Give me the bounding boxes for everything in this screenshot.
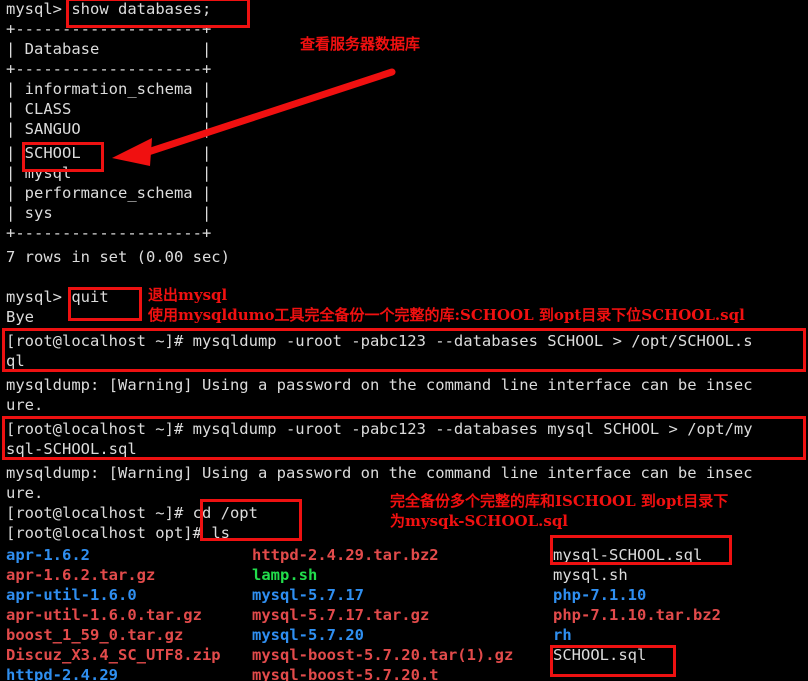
terminal-line-ls: [root@localhost opt]# ls bbox=[6, 523, 230, 543]
ls-entry: rh bbox=[553, 626, 572, 644]
table-header-database: | Database | bbox=[6, 40, 212, 58]
table-border-bottom: +--------------------+ bbox=[6, 224, 212, 242]
ls-entry: lamp.sh bbox=[252, 566, 318, 584]
terminal-line-mysqldump-multi: [root@localhost ~]# mysqldump -uroot -pa… bbox=[6, 419, 753, 439]
terminal-line-show-databases: mysql> show databases; bbox=[6, 0, 211, 19]
db-row-school-pad: | bbox=[80, 144, 212, 162]
ls-entry: php-7.1.10.tar.bz2 bbox=[553, 606, 721, 624]
annotation-quit-mysql: 退出mysql bbox=[148, 286, 228, 304]
ls-entry: mysql-boost-5.7.20.t bbox=[252, 666, 439, 681]
table-border-top: +--------------------+ bbox=[6, 20, 212, 38]
terminal-screen: mysql> show databases; +----------------… bbox=[0, 0, 808, 681]
command-cd-opt[interactable]: cd /opt bbox=[193, 504, 258, 522]
ls-column-3: mysql-SCHOOL.sql mysql.sh php-7.1.10 php-7.… bbox=[553, 545, 721, 665]
annotation-backup-multi-line1: 完全备份多个完整的库和ISCHOOL 到opt目录下 bbox=[390, 492, 729, 510]
ls-entry: mysql.sh bbox=[553, 566, 628, 584]
terminal-line-cd-opt: [root@localhost ~]# cd /opt bbox=[6, 503, 258, 523]
mysql-prompt: mysql> bbox=[6, 0, 72, 18]
terminal-line-mysqldump-school: [root@localhost ~]# mysqldump -uroot -pa… bbox=[6, 331, 753, 351]
warning-password-2-wrap: ure. bbox=[6, 484, 44, 502]
terminal-line-quit: mysql> quit bbox=[6, 287, 109, 307]
command-quit[interactable]: quit bbox=[71, 288, 108, 306]
db-row-performance-schema: | performance_schema | bbox=[6, 184, 212, 202]
db-row-mysql: | mysql | bbox=[6, 164, 212, 182]
ls-entry: apr-util-1.6.0.tar.gz bbox=[6, 606, 202, 624]
command-mysqldump-school[interactable]: mysqldump -uroot -pabc123 --databases SC… bbox=[193, 332, 753, 350]
ls-entry: mysql-5.7.17 bbox=[252, 586, 364, 604]
table-border-mid: +--------------------+ bbox=[6, 60, 212, 78]
db-row-school-pipe: | bbox=[6, 144, 25, 162]
ls-entry: mysql-boost-5.7.20.tar(1).gz bbox=[252, 646, 514, 664]
ls-entry: apr-1.6.2 bbox=[6, 546, 90, 564]
command-show-databases[interactable]: show databases; bbox=[71, 0, 211, 18]
command-ls[interactable]: ls bbox=[211, 524, 230, 542]
root-prompt-3: [root@localhost ~]# bbox=[6, 504, 193, 522]
ls-entry: httpd-2.4.29 bbox=[6, 666, 118, 681]
annotation-backup-multi-line2: 为mysqk-SCHOOL.sql bbox=[390, 512, 569, 530]
command-mysqldump-school-wrap: ql bbox=[6, 352, 25, 370]
root-prompt-1: [root@localhost ~]# bbox=[6, 332, 193, 350]
root-prompt-4: [root@localhost opt]# bbox=[6, 524, 212, 542]
ls-column-1: apr-1.6.2 apr-1.6.2.tar.gz apr-util-1.6.0 a… bbox=[6, 545, 221, 681]
ls-entry: Discuz_X3.4_SC_UTF8.zip bbox=[6, 646, 221, 664]
db-row-sys: | sys | bbox=[6, 204, 212, 222]
mysql-prompt-2: mysql> bbox=[6, 288, 72, 306]
annotation-mysqldump-single: 使用mysqldumo工具完全备份一个完整的库:SCHOOL 到opt目录下位S… bbox=[148, 306, 745, 324]
bye-message: Bye bbox=[6, 308, 34, 326]
db-row-class: | CLASS | bbox=[6, 100, 212, 118]
command-mysqldump-multi[interactable]: mysqldump -uroot -pabc123 --databases my… bbox=[193, 420, 753, 438]
ls-entry: apr-1.6.2.tar.gz bbox=[6, 566, 156, 584]
warning-password-2: mysqldump: [Warning] Using a password on… bbox=[6, 464, 753, 482]
rows-in-set-status: 7 rows in set (0.00 sec) bbox=[6, 248, 230, 266]
command-mysqldump-multi-wrap: sql-SCHOOL.sql bbox=[6, 440, 137, 458]
root-prompt-2: [root@localhost ~]# bbox=[6, 420, 193, 438]
ls-entry: mysql-SCHOOL.sql bbox=[553, 546, 703, 564]
warning-password-1: mysqldump: [Warning] Using a password on… bbox=[6, 376, 753, 394]
db-row-school: | SCHOOL | bbox=[6, 143, 211, 163]
annotation-view-databases: 查看服务器数据库 bbox=[300, 35, 421, 53]
ls-entry: php-7.1.10 bbox=[553, 586, 647, 604]
ls-column-2: httpd-2.4.29.tar.bz2 lamp.sh mysql-5.7.17 m… bbox=[252, 545, 513, 681]
ls-entry: httpd-2.4.29.tar.bz2 bbox=[252, 546, 439, 564]
db-name-school: SCHOOL bbox=[24, 144, 81, 162]
ls-entry: mysql-5.7.17.tar.gz bbox=[252, 606, 430, 624]
ls-entry: apr-util-1.6.0 bbox=[6, 586, 137, 604]
db-row-information-schema: | information_schema | bbox=[6, 80, 212, 98]
db-row-sanguo: | SANGUO | bbox=[6, 120, 212, 138]
ls-entry: SCHOOL.sql bbox=[553, 646, 647, 664]
warning-password-1-wrap: ure. bbox=[6, 396, 44, 414]
ls-entry: mysql-5.7.20 bbox=[252, 626, 364, 644]
ls-entry: boost_1_59_0.tar.gz bbox=[6, 626, 184, 644]
